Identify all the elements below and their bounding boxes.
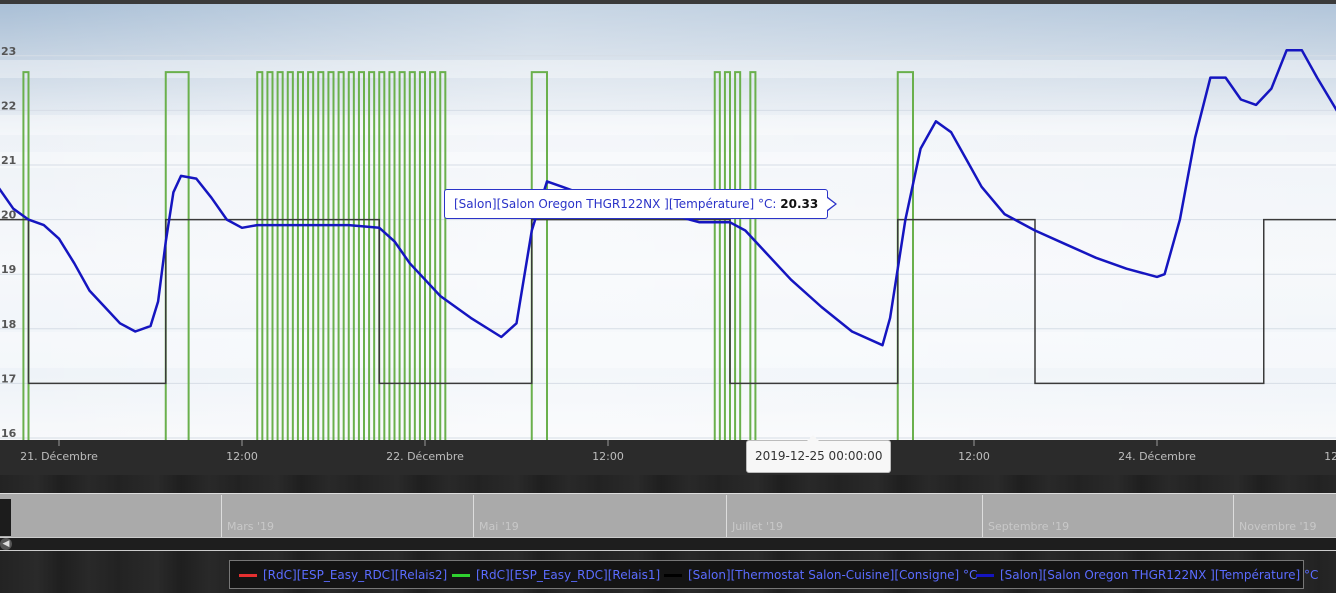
plot-band <box>0 152 1336 168</box>
legend-item-temperature[interactable]: [Salon][Salon Oregon THGR122NX ][Tempéra… <box>976 566 1318 584</box>
y-tick-label: 19 <box>1 263 16 276</box>
x-tick-label: 24. Décembre <box>1118 450 1196 463</box>
navigator[interactable] <box>0 493 1336 538</box>
navigator-divider <box>726 495 727 537</box>
y-tick-label: 21 <box>1 154 16 167</box>
x-tick-label: 12:00 <box>592 450 624 463</box>
navigator-handle[interactable] <box>0 499 11 536</box>
navigator-divider <box>221 495 222 537</box>
legend-label: [RdC][ESP_Easy_RDC][Relais1] <box>476 568 661 582</box>
navigator-divider <box>982 495 983 537</box>
legend-swatch <box>452 573 470 577</box>
y-tick-label: 18 <box>1 318 16 331</box>
legend-swatch <box>976 573 994 577</box>
navigator-divider <box>473 495 474 537</box>
y-tick-label: 22 <box>1 99 16 112</box>
plot-band <box>0 115 1336 135</box>
plot-band <box>0 332 1336 368</box>
navigator-month: Mai '19 <box>479 520 519 533</box>
tooltip: [Salon][Salon Oregon THGR122NX ][Tempéra… <box>444 189 838 219</box>
y-tick-label: 23 <box>1 45 16 58</box>
legend-label: [Salon][Thermostat Salon-Cuisine][Consig… <box>688 568 978 582</box>
plot-band <box>0 60 1336 78</box>
x-tick-label: 12:00 <box>1324 450 1336 463</box>
x-axis: 21. Décembre12:0022. Décembre12:0023. Dé… <box>20 440 1336 463</box>
x-tick-label: 12:00 <box>226 450 258 463</box>
tooltip-value: 20.33 <box>780 197 819 211</box>
navigator-month: Novembre '19 <box>1239 520 1317 533</box>
navigator-month: Juillet '19 <box>732 520 783 533</box>
legend-item-consigne[interactable]: [Salon][Thermostat Salon-Cuisine][Consig… <box>664 566 977 584</box>
scrollbar[interactable] <box>0 537 1336 551</box>
legend-item-relais2[interactable]: [RdC][ESP_Easy_RDC][Relais2] <box>239 566 447 584</box>
x-tick-label: 22. Décembre <box>386 450 464 463</box>
scroll-left-button[interactable]: ◀ <box>0 538 12 550</box>
legend-label: [Salon][Salon Oregon THGR122NX ][Tempéra… <box>1000 568 1319 582</box>
navigator-divider <box>1233 495 1234 537</box>
y-tick-label: 16 <box>1 427 17 440</box>
tooltip-series: [Salon][Salon Oregon THGR122NX ][Tempéra… <box>454 197 781 211</box>
legend-item-relais1[interactable]: [RdC][ESP_Easy_RDC][Relais1] <box>452 566 660 584</box>
legend-label: [RdC][ESP_Easy_RDC][Relais2] <box>263 568 448 582</box>
legend-swatch <box>664 573 682 577</box>
plot-area[interactable]: 1617181920212223 <box>0 0 1336 440</box>
y-tick-label: 17 <box>1 372 16 385</box>
navigator-month: Septembre '19 <box>988 520 1070 533</box>
x-tick-label: 21. Décembre <box>20 450 98 463</box>
legend-swatch <box>239 573 257 577</box>
x-tick-label: 12:00 <box>958 450 990 463</box>
navigator-month: Mars '19 <box>227 520 275 533</box>
crosshair-date-label: 2019-12-25 00:00:00 <box>746 435 892 473</box>
chart-container: 16 17 18 19 20 21 22 23 21. Décembre 12:00 22. Dé… <box>0 0 1336 593</box>
